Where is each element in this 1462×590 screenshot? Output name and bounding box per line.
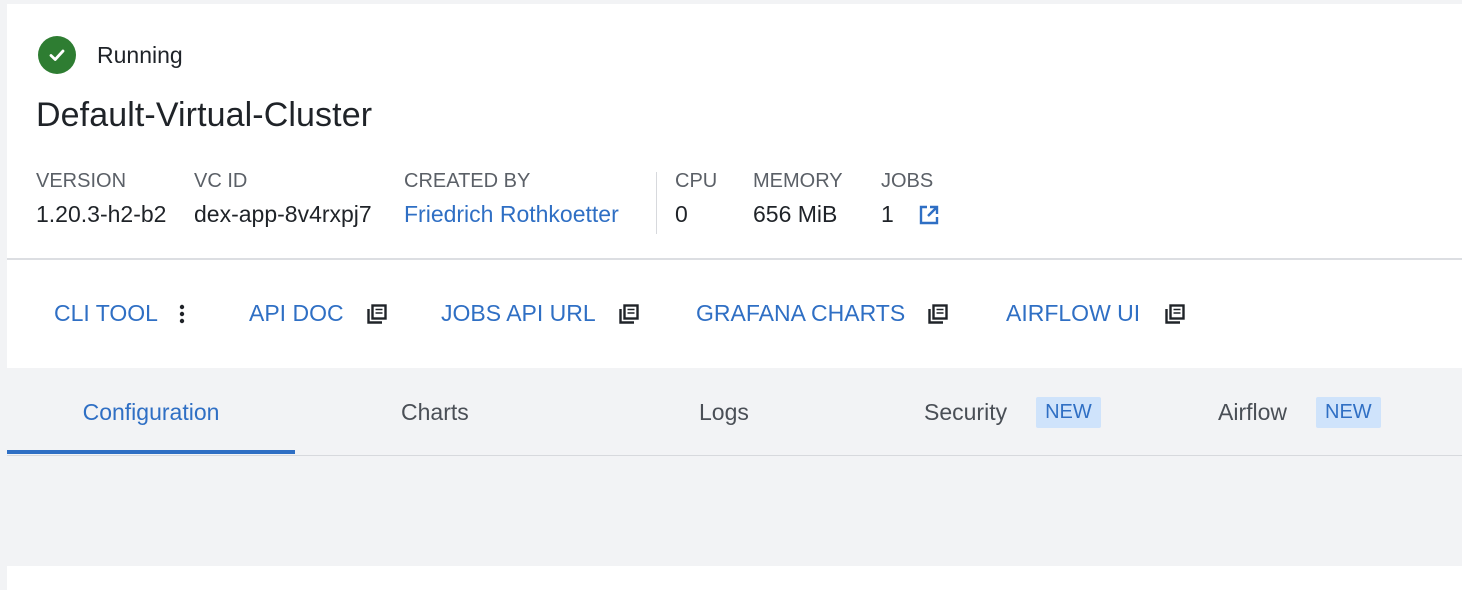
created-by-link[interactable]: Friedrich Rothkoetter — [404, 201, 619, 228]
jobs-api-url-button[interactable]: JOBS API URL — [441, 300, 640, 327]
meta-cpu-label: CPU — [675, 170, 718, 192]
status-label: Running — [97, 41, 183, 68]
meta-jobs: JOBS 1 — [881, 170, 940, 228]
meta-cpu-value: 0 — [675, 201, 688, 227]
tab-content-card — [7, 566, 1462, 590]
api-doc-label: API DOC — [249, 300, 344, 326]
meta-version-value: 1.20.3-h2-b2 — [36, 201, 167, 227]
status-indicator: Running — [38, 36, 183, 74]
meta-memory-value: 656 MiB — [753, 201, 838, 227]
tab-logs-label: Logs — [699, 398, 749, 425]
copy-icon[interactable] — [618, 303, 640, 325]
copy-icon[interactable] — [927, 303, 949, 325]
meta-divider — [656, 172, 657, 234]
tab-configuration-label: Configuration — [82, 398, 220, 425]
tab-configuration[interactable]: Configuration — [7, 368, 295, 456]
tab-charts[interactable]: Charts — [401, 368, 469, 456]
airflow-ui-button[interactable]: AIRFLOW UI — [1006, 300, 1186, 327]
grafana-charts-label: GRAFANA CHARTS — [696, 300, 906, 326]
meta-cpu: CPU 0 — [675, 170, 717, 228]
cluster-header-panel: Running Default-Virtual-Cluster VERSION … — [7, 4, 1462, 368]
check-circle-icon — [38, 36, 76, 74]
meta-version: VERSION 1.20.3-h2-b2 — [36, 170, 166, 228]
grafana-charts-button[interactable]: GRAFANA CHARTS — [696, 300, 949, 327]
tab-airflow-label: Airflow — [1218, 398, 1288, 425]
api-doc-button[interactable]: API DOC — [249, 300, 388, 327]
meta-jobs-value: 1 — [881, 201, 940, 228]
active-tab-indicator — [7, 450, 295, 454]
jobs-api-url-label: JOBS API URL — [441, 300, 596, 326]
new-badge: NEW — [1316, 396, 1381, 428]
tab-security-label: Security — [924, 398, 1008, 425]
meta-version-label: VERSION — [36, 170, 127, 192]
cli-tool-button[interactable]: CLI TOOL — [54, 300, 186, 327]
section-divider — [7, 258, 1462, 260]
meta-vc-id-label: VC ID — [194, 170, 248, 192]
meta-created-by: CREATED BY Friedrich Rothkoetter — [404, 170, 619, 228]
jobs-count: 1 — [881, 201, 894, 227]
meta-vc-id-value: dex-app-8v4rxpj7 — [194, 201, 372, 227]
copy-icon[interactable] — [366, 303, 388, 325]
meta-created-by-label: CREATED BY — [404, 170, 531, 192]
cli-tool-label: CLI TOOL — [54, 300, 158, 326]
tab-bar: Configuration Charts Logs Security NEW A… — [7, 368, 1462, 456]
external-link-icon[interactable] — [918, 204, 940, 226]
tab-charts-label: Charts — [401, 398, 469, 425]
tab-logs[interactable]: Logs — [699, 368, 749, 456]
copy-icon[interactable] — [1164, 303, 1186, 325]
meta-vc-id: VC ID dex-app-8v4rxpj7 — [194, 170, 372, 228]
action-bar: CLI TOOL API DOC JOBS API URL GRAFANA CH… — [7, 300, 1462, 340]
tab-airflow[interactable]: Airflow NEW — [1218, 368, 1381, 456]
more-vertical-icon[interactable] — [178, 303, 186, 325]
tab-security[interactable]: Security NEW — [924, 368, 1101, 456]
airflow-ui-label: AIRFLOW UI — [1006, 300, 1141, 326]
meta-memory: MEMORY 656 MiB — [753, 170, 843, 228]
page-title: Default-Virtual-Cluster — [36, 96, 373, 134]
meta-jobs-label: JOBS — [881, 170, 934, 192]
new-badge: NEW — [1036, 396, 1101, 428]
meta-memory-label: MEMORY — [753, 170, 843, 192]
